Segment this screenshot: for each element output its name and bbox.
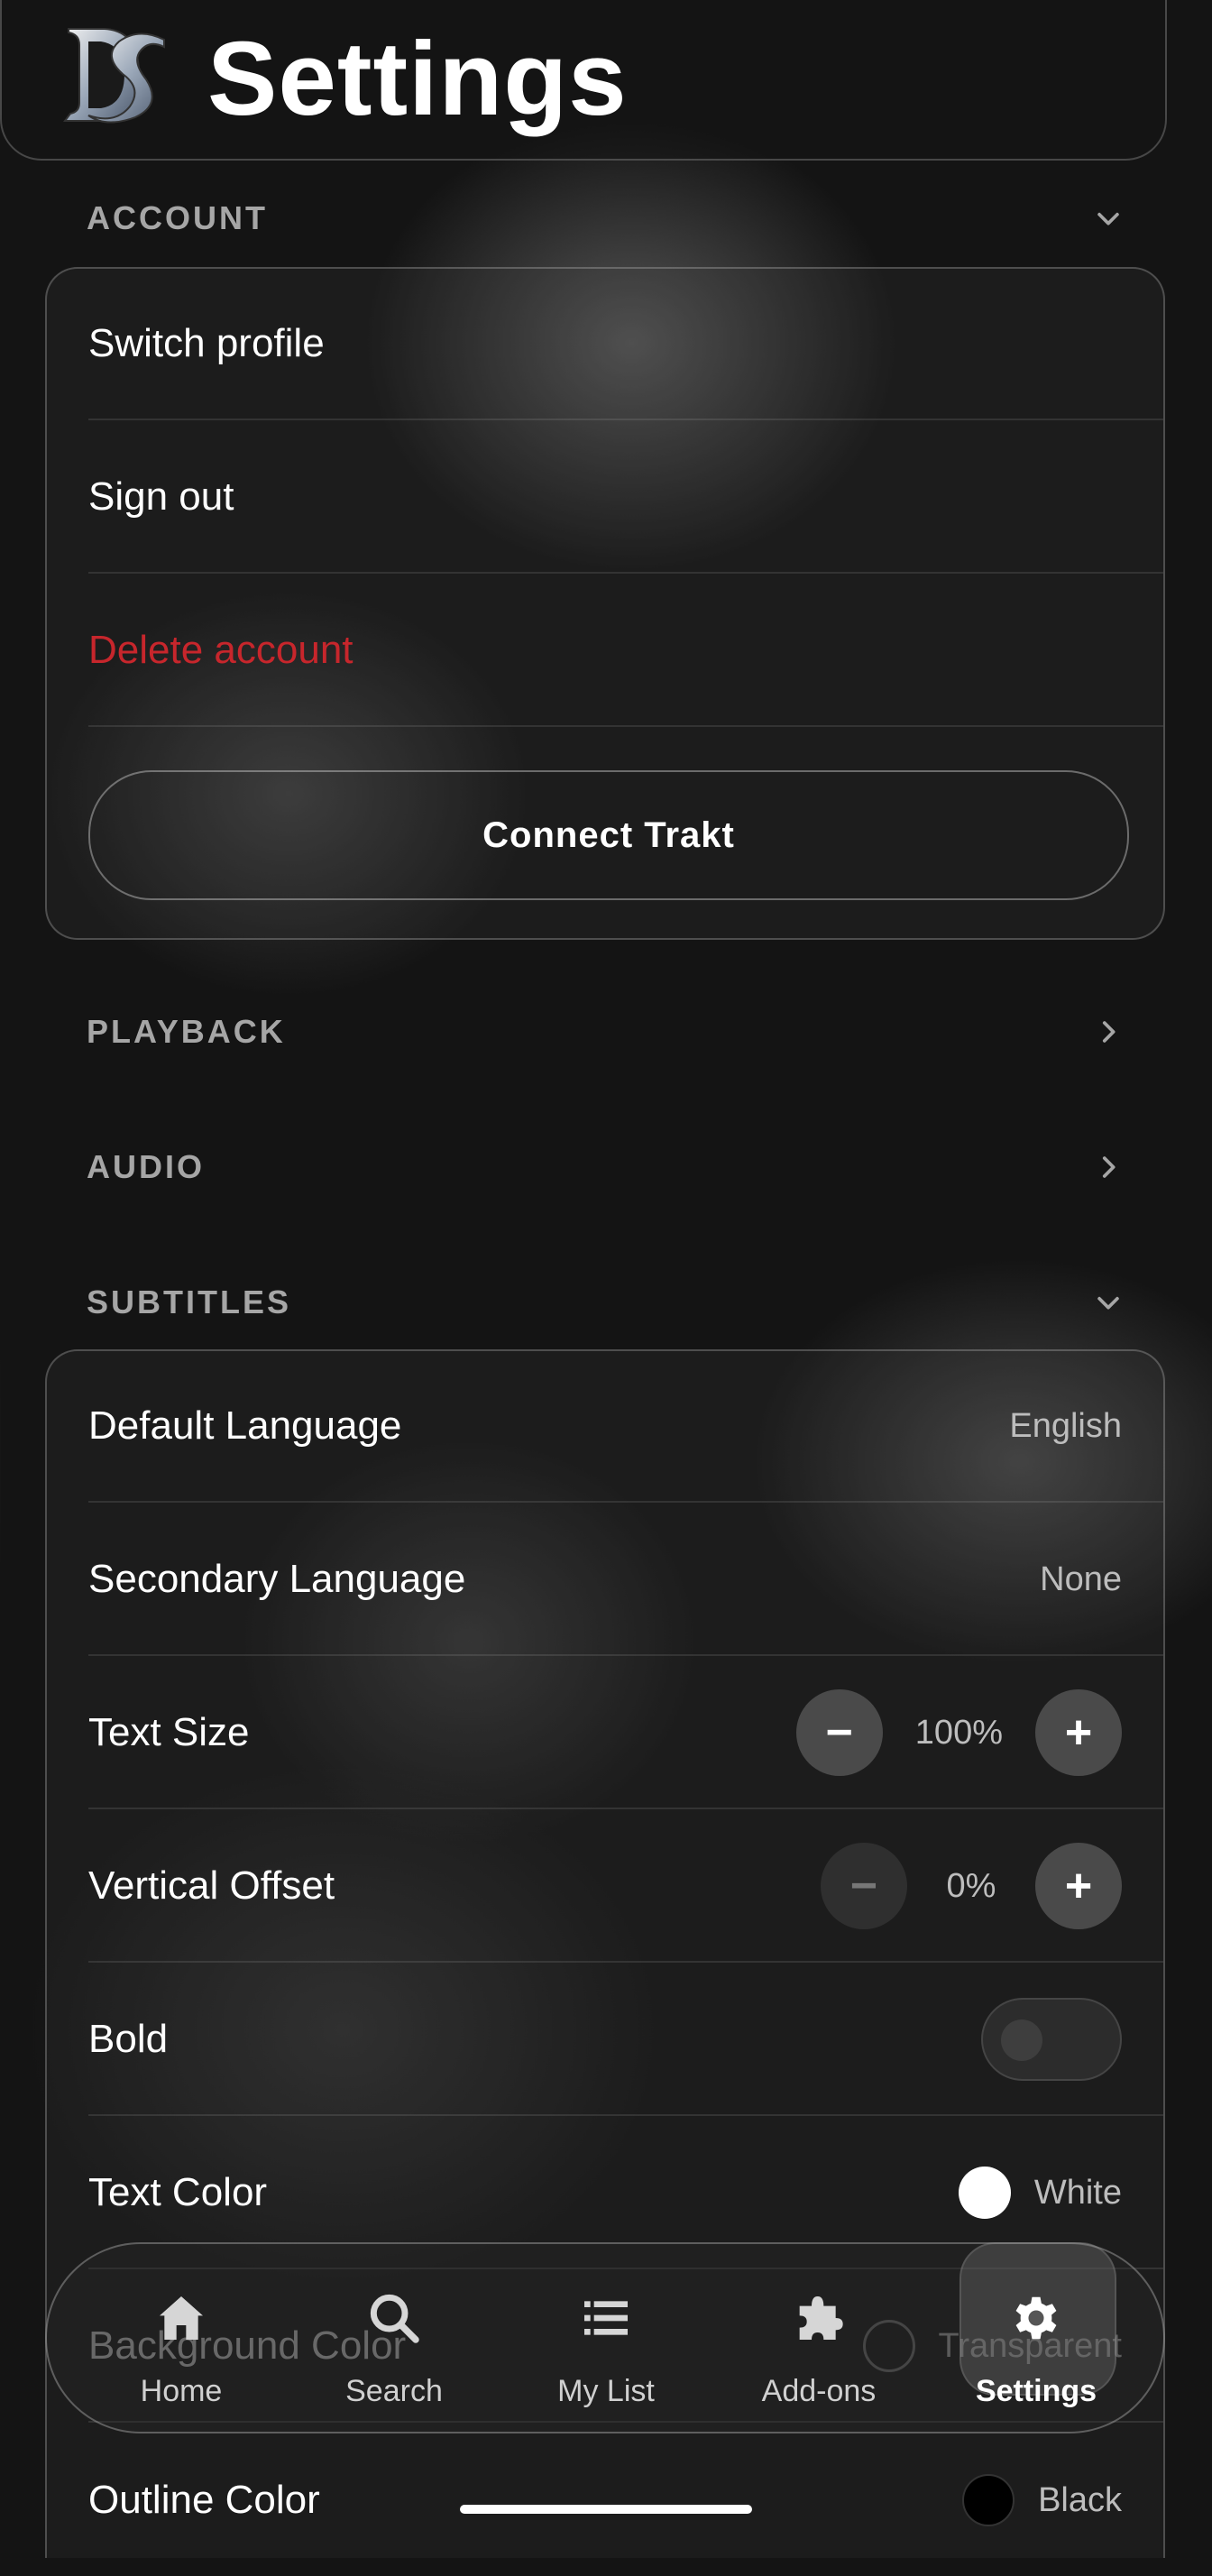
text-size-value: 100% bbox=[914, 1713, 1003, 1752]
page-title: Settings bbox=[207, 20, 628, 137]
text-size-stepper: − 100% + bbox=[795, 1689, 1122, 1776]
chevron-down-icon bbox=[1097, 1296, 1119, 1310]
section-title-audio: AUDIO bbox=[87, 1148, 205, 1185]
vertical-offset-value: 0% bbox=[946, 1866, 996, 1905]
text-size-label: Text Size bbox=[88, 1710, 250, 1754]
chevron-right-icon bbox=[1102, 1021, 1116, 1043]
default-language-value: English bbox=[1009, 1406, 1122, 1445]
outline-color-label: Outline Color bbox=[88, 2478, 320, 2522]
tab-my-list[interactable]: My List bbox=[516, 2244, 696, 2432]
text-size-row: Text Size − 100% + bbox=[88, 1658, 1163, 1809]
secondary-language-label: Secondary Language bbox=[88, 1557, 466, 1601]
list-icon bbox=[584, 2301, 628, 2335]
toggle-knob bbox=[1001, 2019, 1042, 2061]
bold-row: Bold bbox=[88, 1964, 1163, 2116]
home-indicator bbox=[460, 2505, 752, 2514]
vertical-offset-label: Vertical Offset bbox=[88, 1863, 335, 1908]
tab-label-search: Search bbox=[345, 2374, 443, 2408]
section-title-subtitles: SUBTITLES bbox=[87, 1283, 292, 1320]
secondary-language-row[interactable]: Secondary Language None bbox=[88, 1504, 1163, 1656]
text-size-increase-button[interactable]: + bbox=[1035, 1689, 1122, 1776]
text-color-value: White bbox=[1033, 2173, 1122, 2212]
outline-color-swatch bbox=[962, 2474, 1015, 2526]
gear-icon bbox=[1015, 2296, 1057, 2340]
sign-out-label: Sign out bbox=[88, 474, 234, 519]
tab-search[interactable]: Search bbox=[304, 2244, 484, 2432]
home-icon bbox=[160, 2296, 203, 2340]
app-header: Settings bbox=[0, 0, 1167, 161]
text-color-label: Text Color bbox=[88, 2170, 268, 2214]
chevron-down-icon bbox=[1097, 212, 1119, 225]
puzzle-icon bbox=[799, 2296, 843, 2340]
section-title-account: ACCOUNT bbox=[87, 199, 268, 236]
tab-label-my-list: My List bbox=[557, 2374, 655, 2408]
bold-toggle[interactable] bbox=[981, 1998, 1122, 2081]
search-icon bbox=[370, 2294, 419, 2343]
delete-account-row[interactable]: Delete account bbox=[88, 575, 1163, 727]
outline-color-row[interactable]: Outline Color Black bbox=[88, 2424, 1163, 2576]
chevron-right-icon bbox=[1102, 1156, 1116, 1178]
outline-color-value: Black bbox=[1038, 2480, 1122, 2519]
section-header-account[interactable]: ACCOUNT bbox=[87, 182, 1124, 254]
vertical-offset-stepper: − 0% + bbox=[821, 1843, 1122, 1929]
vertical-offset-increase-button[interactable]: + bbox=[1035, 1843, 1122, 1929]
text-size-decrease-button[interactable]: − bbox=[795, 1689, 883, 1776]
sign-out-row[interactable]: Sign out bbox=[88, 422, 1163, 574]
switch-profile-label: Switch profile bbox=[88, 321, 325, 365]
account-card: Switch profile Sign out Delete account C… bbox=[45, 267, 1165, 940]
switch-profile-row[interactable]: Switch profile bbox=[88, 269, 1163, 420]
tab-settings[interactable]: Settings bbox=[946, 2244, 1126, 2432]
app-logo bbox=[63, 28, 165, 124]
tab-home[interactable]: Home bbox=[91, 2244, 271, 2432]
bottom-tab-bar: Home Search My List Add-ons Settings bbox=[45, 2242, 1165, 2433]
tab-add-ons[interactable]: Add-ons bbox=[729, 2244, 909, 2432]
default-language-label: Default Language bbox=[88, 1403, 402, 1448]
default-language-row[interactable]: Default Language English bbox=[88, 1351, 1163, 1503]
tab-label-home: Home bbox=[140, 2374, 223, 2408]
delete-account-label: Delete account bbox=[88, 628, 354, 672]
section-header-playback[interactable]: PLAYBACK bbox=[87, 996, 1124, 1068]
section-title-playback: PLAYBACK bbox=[87, 1013, 286, 1050]
bold-label: Bold bbox=[88, 2017, 169, 2061]
section-header-audio[interactable]: AUDIO bbox=[87, 1131, 1124, 1203]
connect-trakt-button[interactable]: Connect Trakt bbox=[88, 770, 1129, 900]
secondary-language-value: None bbox=[1040, 1559, 1122, 1598]
text-color-swatch bbox=[958, 2167, 1011, 2219]
vertical-offset-row: Vertical Offset − 0% + bbox=[88, 1811, 1163, 1963]
vertical-offset-decrease-button[interactable]: − bbox=[821, 1843, 907, 1929]
tab-label-add-ons: Add-ons bbox=[761, 2374, 877, 2408]
tab-label-settings: Settings bbox=[975, 2374, 1097, 2408]
section-header-subtitles[interactable]: SUBTITLES bbox=[87, 1266, 1124, 1339]
